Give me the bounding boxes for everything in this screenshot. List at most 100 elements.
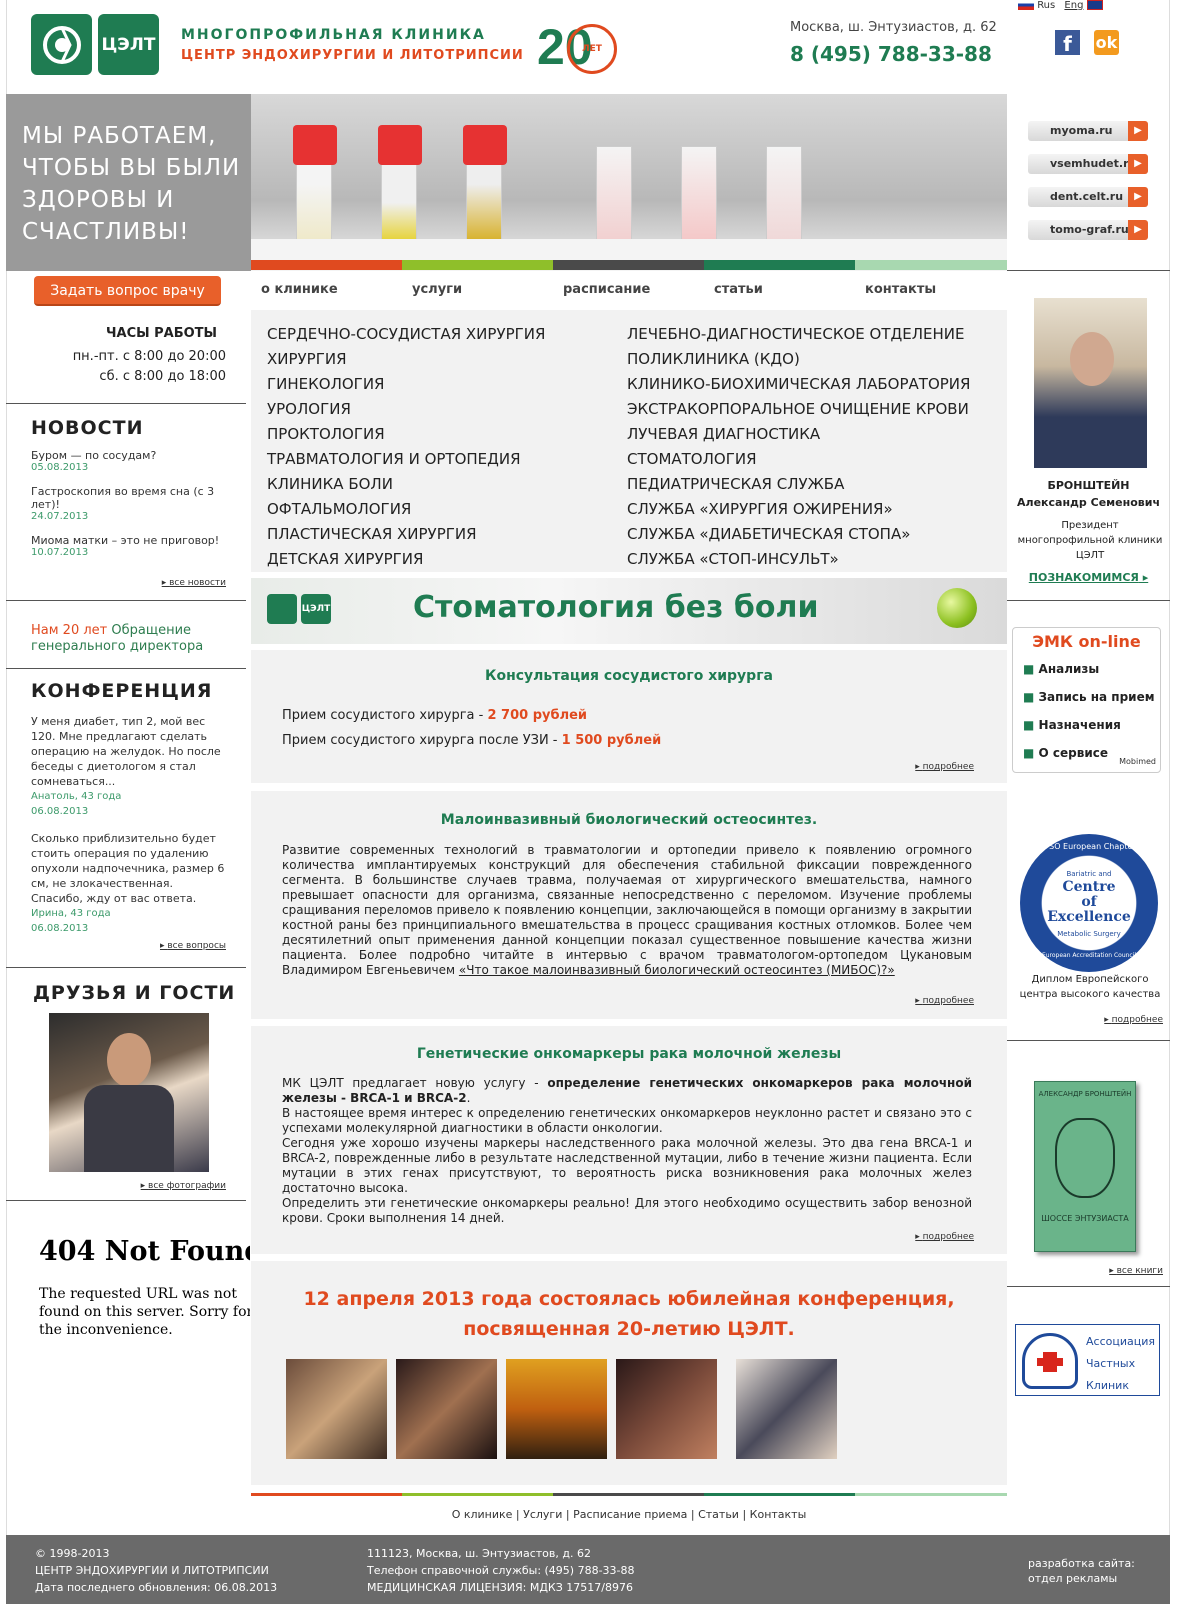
logo-emblem[interactable]	[31, 14, 92, 75]
service-item[interactable]: ПОЛИКЛИНИКА (КДО)	[627, 347, 970, 372]
lang-ru-link[interactable]: Rus	[1037, 0, 1055, 11]
facebook-icon[interactable]: f	[1055, 30, 1080, 56]
conference-item[interactable]: Сколько приблизительно будет стоить опер…	[31, 831, 226, 936]
private-clinics-association[interactable]: Ассоциация Частных Клиник	[1015, 1324, 1160, 1396]
diploma-more-link[interactable]: ▸ подробнее	[1007, 1015, 1163, 1025]
footer-link[interactable]: О клинике	[452, 1508, 513, 1521]
banner-logo-text: ЦЭЛТ	[301, 594, 331, 624]
news-item-title[interactable]: Гастроскопия во время сна (с 3 лет)!	[31, 485, 226, 511]
emk-menu: ■ Анализы ■ Запись на прием ■ Назначения…	[1023, 655, 1155, 767]
more-link[interactable]: ▸ подробнее	[915, 1232, 974, 1242]
conference-photo[interactable]	[616, 1359, 717, 1459]
card-title[interactable]: Генетические онкомаркеры рака молочной ж…	[251, 1046, 1007, 1062]
news-item[interactable]: Миома матки – это не приговор! 10.07.2013	[31, 534, 226, 558]
book-cover[interactable]: АЛЕКСАНДР БРОНШТЕЙН ШОССЕ ЭНТУЗИАСТА	[1034, 1081, 1136, 1252]
service-item[interactable]: СЛУЖБА «ХИРУРГИЯ ОЖИРЕНИЯ»	[627, 497, 970, 522]
service-item[interactable]: ДЕТСКАЯ ХИРУРГИЯ	[267, 547, 545, 572]
excellence-seal[interactable]: IFSO European Chapter Bariatric and Cent…	[1020, 834, 1158, 972]
service-item[interactable]: СЕРДЕЧНО-СОСУДИСТАЯ ХИРУРГИЯ	[267, 322, 545, 347]
nav-articles[interactable]: статьи	[714, 282, 763, 297]
news-item[interactable]: Буром — по сосудам? 05.08.2013	[31, 449, 226, 473]
conference-author: Анатоль, 43 года	[31, 791, 122, 802]
service-item[interactable]: КЛИНИКО-БИОХИМИЧЕСКАЯ ЛАБОРАТОРИЯ	[627, 372, 970, 397]
service-item[interactable]: ЛУЧЕВАЯ ДИАГНОСТИКА	[627, 422, 970, 447]
guest-photo[interactable]	[49, 1013, 209, 1172]
all-news-link[interactable]: ▸ все новости	[0, 578, 226, 588]
card-osteosynthesis: Малоинвазивный биологический остеосинтез…	[251, 791, 1007, 1019]
service-item[interactable]: ЭКСТРАКОРПОРАЛЬНОЕ ОЧИЩЕНИЕ КРОВИ	[627, 397, 970, 422]
nav-schedule[interactable]: расписание	[563, 282, 650, 297]
logo-text[interactable]: ЦЭЛТ	[98, 14, 159, 75]
service-item[interactable]: СТОМАТОЛОГИЯ	[627, 447, 970, 472]
footer-link[interactable]: Расписание приема	[573, 1508, 687, 1521]
footer-developer[interactable]: разработка сайта: отдел рекламы	[1028, 1556, 1135, 1586]
more-link[interactable]: ▸ подробнее	[915, 762, 974, 772]
all-books-link[interactable]: ▸ все книги	[1007, 1266, 1163, 1276]
service-item[interactable]: ХИРУРГИЯ	[267, 347, 545, 372]
news-item[interactable]: Гастроскопия во время сна (с 3 лет)! 24.0…	[31, 485, 226, 522]
site-link-myoma[interactable]: myoma.ru ▶	[1028, 121, 1148, 141]
dentistry-banner[interactable]: ЦЭЛТ Стоматология без боли	[251, 578, 1007, 644]
service-item[interactable]: ПЛАСТИЧЕСКАЯ ХИРУРГИЯ	[267, 522, 545, 547]
card-title[interactable]: Консультация сосудистого хирурга	[251, 668, 1007, 684]
service-item[interactable]: УРОЛОГИЯ	[267, 397, 545, 422]
nav-services[interactable]: услуги	[412, 282, 462, 297]
director-address-block[interactable]: Нам 20 лет Обращение генерального директ…	[31, 623, 231, 655]
all-photos-link[interactable]: ▸ все фотографии	[0, 1181, 226, 1191]
site-link-tomograf[interactable]: tomo-graf.ru ▶	[1028, 220, 1148, 240]
news-item-title[interactable]: Буром — по сосудам?	[31, 449, 226, 462]
seal-top-text: IFSO European Chapter	[1042, 842, 1136, 851]
footer-link[interactable]: Услуги	[523, 1508, 562, 1521]
header-phone[interactable]: 8 (495) 788-33-88	[790, 42, 992, 66]
president-given-name: Александр Семенович	[1017, 496, 1160, 509]
card-title[interactable]: Малоинвазивный биологический остеосинтез…	[251, 812, 1007, 828]
odnoklassniki-icon[interactable]: ok	[1094, 30, 1119, 55]
footer-license: МЕДИЦИНСКАЯ ЛИЦЕНЗИЯ: МДКЗ 17517/8976	[367, 1581, 633, 1594]
conference-photo[interactable]	[396, 1359, 497, 1459]
site-link-dent[interactable]: dent.celt.ru ▶	[1028, 187, 1148, 207]
conference-question[interactable]: Сколько приблизительно будет стоить опер…	[31, 831, 226, 906]
footer-link[interactable]: Статьи	[698, 1508, 739, 1521]
site-link-vsemhudet[interactable]: vsemhudet.ru ▶	[1028, 154, 1148, 174]
meet-link[interactable]: ПОЗНАКОМИМСЯ ▸	[1007, 571, 1170, 584]
service-item[interactable]: ПРОКТОЛОГИЯ	[267, 422, 545, 447]
all-questions-link[interactable]: ▸ все вопросы	[0, 941, 226, 951]
conference-headline[interactable]: 12 апреля 2013 года состоялась юбилейная…	[251, 1284, 1007, 1344]
lang-en-link[interactable]: Eng	[1064, 0, 1083, 11]
card-body: МК ЦЭЛТ предлагает новую услугу - опреде…	[282, 1076, 972, 1226]
service-item[interactable]: ОФТАЛЬМОЛОГИЯ	[267, 497, 545, 522]
service-item[interactable]: КЛИНИКА БОЛИ	[267, 472, 545, 497]
president-photo[interactable]	[1034, 298, 1147, 468]
footer-link[interactable]: Контакты	[750, 1508, 807, 1521]
emk-item-prescriptions[interactable]: ■ Назначения	[1023, 711, 1155, 739]
service-item[interactable]: СЛУЖБА «СТОП-ИНСУЛЬТ»	[627, 547, 970, 572]
service-item[interactable]: СЛУЖБА «ДИАБЕТИЧЕСКАЯ СТОПА»	[627, 522, 970, 547]
ask-doctor-button[interactable]: Задать вопрос врачу	[34, 276, 221, 306]
hero-line3: ЗДОРОВЫ И	[22, 187, 175, 213]
emk-item-analyses[interactable]: ■ Анализы	[1023, 655, 1155, 683]
service-item[interactable]: ТРАВМАТОЛОГИЯ И ОРТОПЕДИЯ	[267, 447, 545, 472]
diploma-caption: Диплом Европейского центра высокого каче…	[1019, 974, 1161, 1000]
conference-photo[interactable]	[286, 1359, 387, 1459]
association-logo-icon	[1022, 1333, 1078, 1389]
more-link[interactable]: ▸ подробнее	[915, 996, 974, 1006]
conference-question[interactable]: У меня диабет, тип 2, мой вес 120. Мне п…	[31, 714, 226, 789]
guest-face	[107, 1033, 151, 1087]
association-line: Частных	[1086, 1357, 1136, 1370]
conference-photo[interactable]	[506, 1359, 607, 1459]
arrow-right-icon: ▶	[1128, 154, 1148, 174]
hours-weekdays: пн.-пт. с 8:00 до 20:00	[72, 349, 226, 364]
service-item[interactable]: ГИНЕКОЛОГИЯ	[267, 372, 545, 397]
book-portrait-sketch	[1055, 1118, 1115, 1198]
conference-item[interactable]: У меня диабет, тип 2, мой вес 120. Мне п…	[31, 714, 226, 819]
meet-label: ПОЗНАКОМИМСЯ	[1028, 571, 1139, 584]
nav-about[interactable]: о клинике	[261, 282, 338, 297]
interview-link[interactable]: «Что такое малоинвазивный биологический …	[459, 963, 895, 977]
service-item[interactable]: ЛЕЧЕБНО-ДИАГНОСТИЧЕСКОЕ ОТДЕЛЕНИЕ	[627, 322, 970, 347]
emk-item-appointment[interactable]: ■ Запись на прием	[1023, 683, 1155, 711]
more-label: подробнее	[922, 762, 974, 772]
service-item[interactable]: ПЕДИАТРИЧЕСКАЯ СЛУЖБА	[627, 472, 970, 497]
nav-contacts[interactable]: контакты	[865, 282, 936, 297]
news-item-title[interactable]: Миома матки – это не приговор!	[31, 534, 226, 547]
conference-photo[interactable]	[736, 1359, 837, 1459]
